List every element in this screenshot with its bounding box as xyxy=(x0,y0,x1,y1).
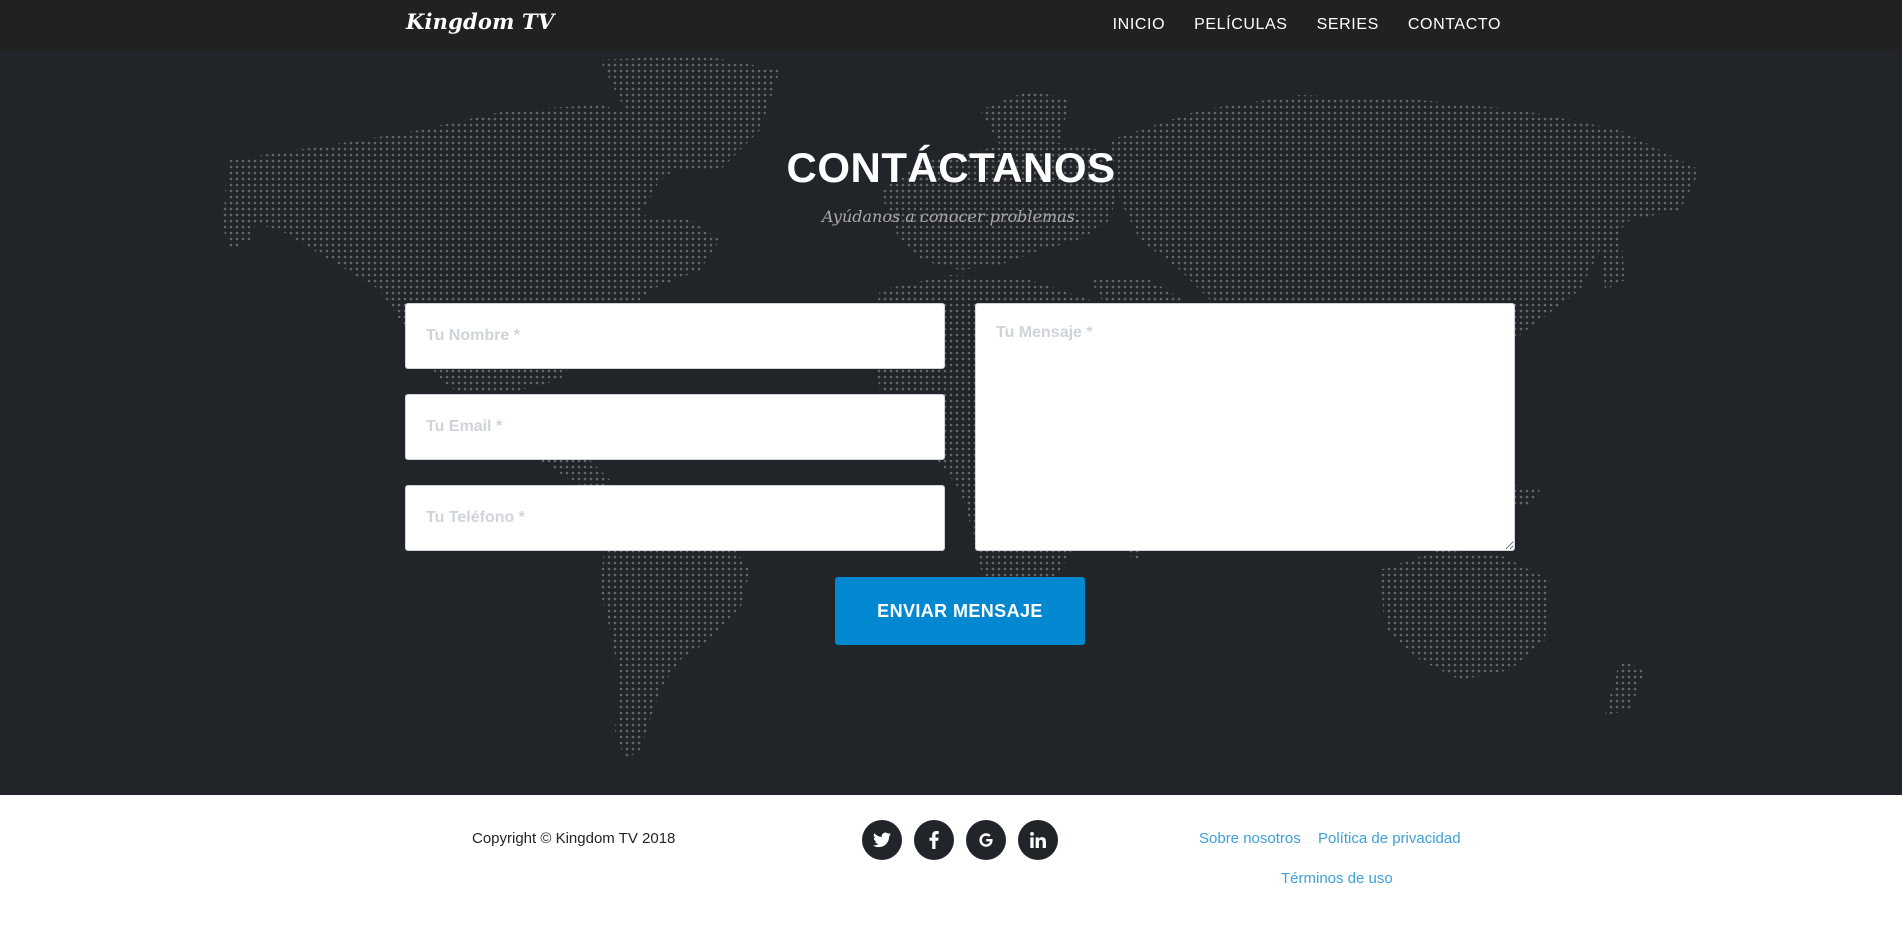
facebook-icon xyxy=(929,831,939,849)
social-links xyxy=(862,820,1058,860)
footer: Copyright © Kingdom TV 2018 Sobre nosotr… xyxy=(0,795,1902,939)
phone-input[interactable] xyxy=(405,485,945,551)
email-input[interactable] xyxy=(405,394,945,460)
nav-link-contacto[interactable]: CONTACTO xyxy=(1408,16,1501,34)
nav-link-inicio[interactable]: INICIO xyxy=(1113,16,1166,34)
twitter-icon xyxy=(873,832,891,848)
nav-link-peliculas[interactable]: PELÍCULAS xyxy=(1194,16,1287,34)
footer-link-terms[interactable]: Términos de uso xyxy=(1281,870,1393,887)
footer-link-about[interactable]: Sobre nosotros xyxy=(1199,830,1301,847)
brand-logo[interactable]: Kingdom TV xyxy=(406,9,554,34)
page-title: CONTÁCTANOS xyxy=(786,144,1116,191)
contact-section: CONTÁCTANOS Ayúdanos a conocer problemas… xyxy=(0,50,1902,795)
send-message-button[interactable]: ENVIAR MENSAJE xyxy=(835,577,1085,645)
google-icon xyxy=(979,833,993,847)
message-textarea[interactable] xyxy=(975,303,1515,551)
google-button[interactable] xyxy=(966,820,1006,860)
page-subtitle: Ayúdanos a conocer problemas. xyxy=(822,207,1080,226)
name-input[interactable] xyxy=(405,303,945,369)
linkedin-icon xyxy=(1030,832,1046,848)
nav-link-series[interactable]: SERIES xyxy=(1317,16,1379,34)
nav-links: INICIO PELÍCULAS SERIES CONTACTO xyxy=(1084,0,1501,50)
copyright-text: Copyright © Kingdom TV 2018 xyxy=(472,830,676,847)
linkedin-button[interactable] xyxy=(1018,820,1058,860)
navbar: Kingdom TV INICIO PELÍCULAS SERIES CONTA… xyxy=(0,0,1902,50)
footer-link-privacy[interactable]: Política de privacidad xyxy=(1318,830,1461,847)
facebook-button[interactable] xyxy=(914,820,954,860)
twitter-button[interactable] xyxy=(862,820,902,860)
